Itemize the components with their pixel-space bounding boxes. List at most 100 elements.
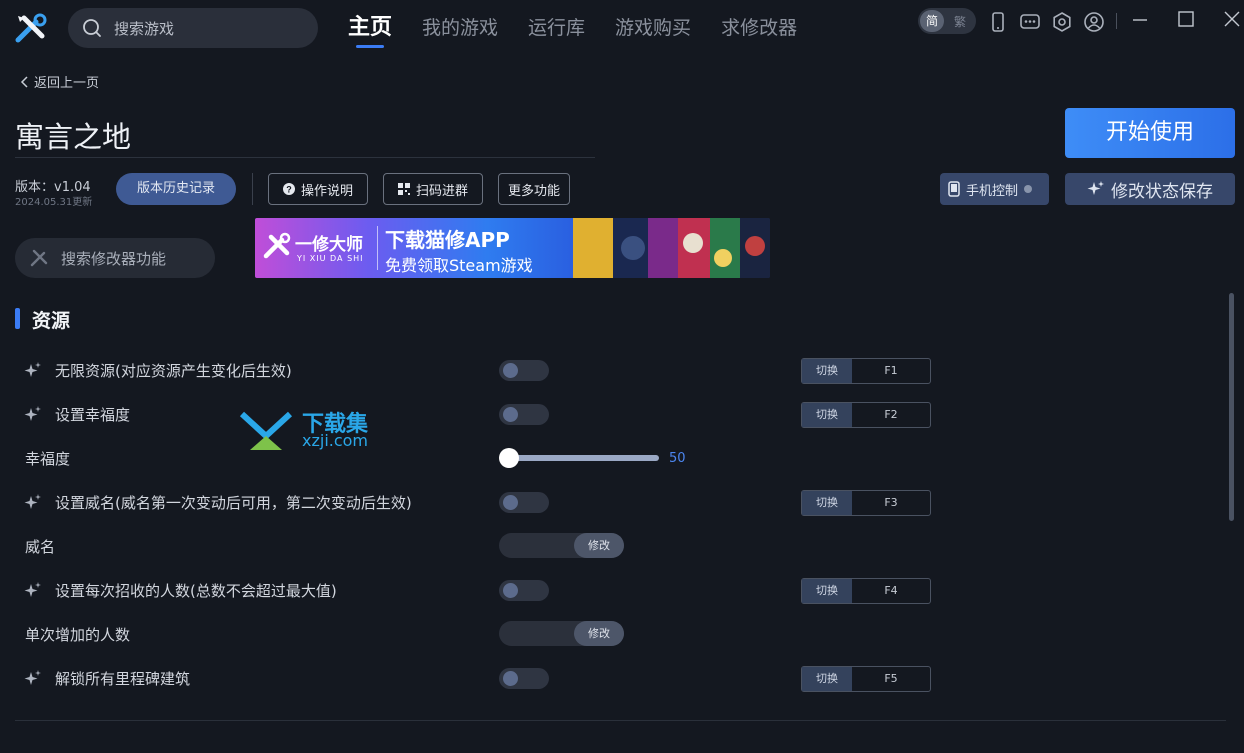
hotkey-switch-label[interactable]: 切换 <box>802 667 852 691</box>
slider-track[interactable] <box>509 455 659 461</box>
lang-traditional[interactable]: 繁 <box>954 13 966 30</box>
phone-control-button[interactable]: 手机控制 <box>940 173 1049 205</box>
section-title: 资源 <box>32 310 71 332</box>
banner-subline: 免费领取Steam游戏 <box>385 256 533 275</box>
bottom-divider <box>15 720 1226 721</box>
tab-my-games[interactable]: 我的游戏 <box>422 14 498 48</box>
phone-icon[interactable] <box>987 11 1009 33</box>
sparkle-icon <box>24 406 41 421</box>
back-label: 返回上一页 <box>34 76 100 91</box>
sparkle-icon <box>24 494 41 509</box>
hotkey-key[interactable]: F5 <box>852 667 930 691</box>
section-accent-bar <box>15 308 20 329</box>
feature-toggle[interactable] <box>499 492 549 513</box>
tab-game-store[interactable]: 游戏购买 <box>615 14 691 48</box>
search-icon <box>83 19 101 37</box>
tab-home[interactable]: 主页 <box>348 14 392 48</box>
yixiu-logo-icon <box>263 232 291 259</box>
title-divider <box>15 157 595 158</box>
tab-request-trainer[interactable]: 求修改器 <box>721 14 797 48</box>
status-dot <box>1024 185 1033 193</box>
game-search-input[interactable]: 搜索游戏 <box>68 8 318 48</box>
scrollbar[interactable] <box>1229 293 1234 521</box>
more-features-button[interactable]: 更多功能 <box>498 173 570 205</box>
hotkey-binding[interactable]: 切换 F5 <box>801 666 931 692</box>
row-label: 设置幸福度 <box>55 406 131 424</box>
hotkey-switch-label[interactable]: 切换 <box>802 491 852 515</box>
settings-gear-icon[interactable] <box>1051 11 1073 33</box>
help-button[interactable]: ? 操作说明 <box>268 173 368 205</box>
happiness-slider[interactable] <box>499 447 659 469</box>
hotkey-key[interactable]: F3 <box>852 491 930 515</box>
slider-value: 50 <box>669 451 686 466</box>
version-history-button[interactable]: 版本历史记录 <box>116 173 236 205</box>
save-state-button[interactable]: 修改状态保存 <box>1065 173 1235 205</box>
banner-brand-en: YI XIU DA SHI <box>297 254 364 263</box>
user-account-icon[interactable] <box>1083 11 1105 33</box>
row-label: 威名 <box>25 538 56 556</box>
banner-divider <box>377 226 378 270</box>
feature-search-input[interactable]: 搜索修改器功能 <box>15 238 215 278</box>
main-nav: 主页 我的游戏 运行库 游戏购买 求修改器 <box>348 14 827 48</box>
watermark-en: xzji.com <box>302 431 369 450</box>
maximize-icon[interactable] <box>1174 8 1198 32</box>
wrench-cross-icon <box>30 249 48 267</box>
phone-control-label: 手机控制 <box>966 183 1019 199</box>
hotkey-binding[interactable]: 切换 F1 <box>801 358 931 384</box>
feature-toggle[interactable] <box>499 404 549 425</box>
help-label: 操作说明 <box>300 183 353 199</box>
back-link[interactable]: 返回上一页 <box>20 72 99 91</box>
hotkey-switch-label[interactable]: 切换 <box>802 579 852 603</box>
value-input[interactable]: 修改 <box>499 533 624 558</box>
game-title: 寓言之地 <box>15 120 132 154</box>
game-collage-image <box>573 218 770 278</box>
message-icon[interactable] <box>1019 11 1041 33</box>
tab-runtime[interactable]: 运行库 <box>528 14 585 48</box>
banner-headline: 下载猫修APP <box>385 228 510 252</box>
feature-search-placeholder: 搜索修改器功能 <box>61 249 167 268</box>
hotkey-binding[interactable]: 切换 F4 <box>801 578 931 604</box>
hotkey-switch-label[interactable]: 切换 <box>802 359 852 383</box>
slider-handle[interactable] <box>499 448 519 468</box>
row-label: 解锁所有里程碑建筑 <box>55 670 191 688</box>
feature-toggle[interactable] <box>499 668 549 689</box>
hotkey-switch-label[interactable]: 切换 <box>802 403 852 427</box>
start-button[interactable]: 开始使用 <box>1065 108 1235 158</box>
sparkle-icon <box>1087 181 1104 195</box>
feature-toggle[interactable] <box>499 580 549 601</box>
promo-banner[interactable]: 一修大师 YI XIU DA SHI 下载猫修APP 免费领取Steam游戏 <box>255 218 770 278</box>
chevron-left-icon <box>20 75 28 88</box>
modify-button[interactable]: 修改 <box>574 533 624 558</box>
hotkey-binding[interactable]: 切换 F2 <box>801 402 931 428</box>
update-date: 2024.05.31更新 <box>15 197 93 208</box>
sparkle-icon <box>24 670 41 685</box>
svg-text:?: ? <box>286 185 292 195</box>
hotkey-key[interactable]: F2 <box>852 403 930 427</box>
game-search-placeholder: 搜索游戏 <box>114 19 175 38</box>
minimize-icon[interactable] <box>1128 8 1152 32</box>
value-input[interactable]: 修改 <box>499 621 624 646</box>
language-toggle[interactable]: 简 繁 <box>918 8 976 34</box>
row-label: 幸福度 <box>25 450 71 468</box>
row-label: 设置威名(威名第一次变动后可用，第二次变动后生效) <box>55 494 412 512</box>
scan-qr-button[interactable]: 扫码进群 <box>383 173 483 205</box>
banner-brand: 一修大师 <box>295 235 363 255</box>
qr-code-icon <box>397 183 410 195</box>
lang-simplified[interactable]: 简 <box>920 10 944 32</box>
topbar-divider <box>1116 13 1117 29</box>
row-label: 无限资源(对应资源产生变化后生效) <box>55 362 292 380</box>
row-label: 设置每次招收的人数(总数不会超过最大值) <box>55 582 337 600</box>
app-logo-icon[interactable] <box>14 12 48 46</box>
feature-toggle[interactable] <box>499 360 549 381</box>
scan-qr-label: 扫码进群 <box>415 183 468 199</box>
toolbar-divider <box>252 173 253 205</box>
sparkle-icon <box>24 582 41 597</box>
top-bar: 搜索游戏 主页 我的游戏 运行库 游戏购买 求修改器 简 繁 <box>0 0 1244 56</box>
hotkey-key[interactable]: F1 <box>852 359 930 383</box>
hotkey-binding[interactable]: 切换 F3 <box>801 490 931 516</box>
question-icon: ? <box>282 183 295 195</box>
phone-icon <box>948 181 960 197</box>
modify-button[interactable]: 修改 <box>574 621 624 646</box>
hotkey-key[interactable]: F4 <box>852 579 930 603</box>
close-icon[interactable] <box>1220 8 1244 32</box>
